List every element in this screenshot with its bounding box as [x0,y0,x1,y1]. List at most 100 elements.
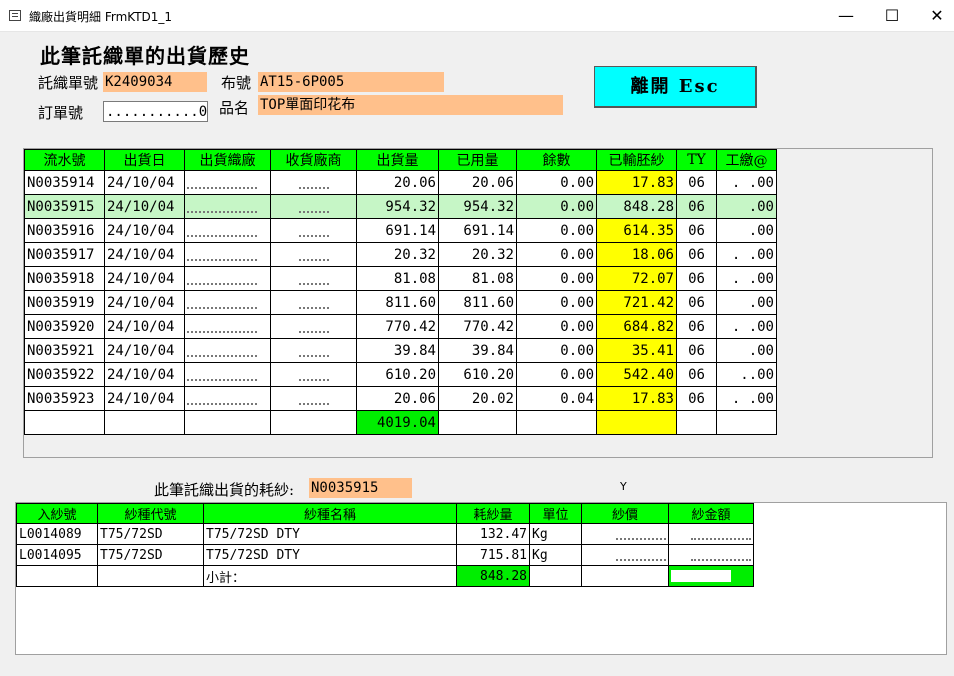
shipment-id-cell[interactable]: N0035914 [24,170,105,195]
used-qty-cell[interactable]: 20.32 [438,242,517,267]
yarn-column-header[interactable]: 入紗號 [16,503,98,524]
factory-cell[interactable] [184,194,271,219]
fee-cell[interactable]: ..00 [716,362,777,387]
remaining-cell[interactable]: 0.00 [516,242,597,267]
ty-cell[interactable]: 06 [676,362,717,387]
yarn-column-header[interactable]: 紗種名稱 [203,503,457,524]
factory-cell[interactable] [184,386,271,411]
shipment-id-cell[interactable]: N0035921 [24,338,105,363]
remaining-cell[interactable]: 0.00 [516,194,597,219]
factory-cell[interactable] [184,242,271,267]
fee-cell[interactable]: . .00 [716,386,777,411]
yarn-column-header[interactable]: 紗金額 [668,503,754,524]
shipment-grid[interactable]: 流水號 出貨日 出貨織廠 收貨廠商 出貨量 已用量 餘數 已輸胚紗 TY 工繳@ N0035914… [23,148,933,458]
remaining-cell[interactable]: 0.00 [516,266,597,291]
shipment-column-header[interactable]: 出貨日 [104,149,185,171]
shipment-row[interactable]: N0035923 24/10/04 20.06 20.02 0.04 17.83 06. .… [24,386,777,411]
yarn-code-cell[interactable]: T75/72SD [97,523,204,545]
fee-cell[interactable]: . .00 [716,170,777,195]
yarn-amount-cell[interactable] [668,544,754,566]
ty-cell[interactable]: 06 [676,314,717,339]
yarn-unit-cell[interactable]: Kg [529,523,582,545]
yarn-input-cell[interactable]: 848.28 [596,194,677,219]
shipment-column-header[interactable]: 出貨織廠 [184,149,271,171]
yarn-price-cell[interactable] [581,523,669,545]
yarn-row[interactable]: L0014095 T75/72SD T75/72SD DTY 715.81 Kg [16,544,754,566]
shipment-id-cell[interactable]: N0035918 [24,266,105,291]
yarn-row[interactable]: L0014089 T75/72SD T75/72SD DTY 132.47 Kg [16,523,754,545]
factory-cell[interactable] [184,338,271,363]
vendor-cell[interactable] [270,218,357,243]
yarn-input-cell[interactable]: 35.41 [596,338,677,363]
used-qty-cell[interactable]: 811.60 [438,290,517,315]
order-no-field[interactable]: K2409034 [103,72,207,92]
shipment-column-header[interactable]: 流水號 [24,149,105,171]
shipment-column-header[interactable]: 已輸胚紗 [596,149,677,171]
shipment-date-cell[interactable]: 24/10/04 [104,386,185,411]
fee-cell[interactable]: . .00 [716,242,777,267]
shipment-qty-cell[interactable]: 81.08 [356,266,439,291]
used-qty-cell[interactable]: 81.08 [438,266,517,291]
vendor-cell[interactable] [270,242,357,267]
shipment-date-cell[interactable]: 24/10/04 [104,314,185,339]
used-qty-cell[interactable]: 610.20 [438,362,517,387]
shipment-qty-cell[interactable]: 39.84 [356,338,439,363]
yarn-input-cell[interactable]: 18.06 [596,242,677,267]
used-qty-cell[interactable]: 20.06 [438,170,517,195]
remaining-cell[interactable]: 0.00 [516,338,597,363]
yarn-unit-cell[interactable]: Kg [529,544,582,566]
vendor-cell[interactable] [270,194,357,219]
shipment-qty-cell[interactable]: 20.06 [356,386,439,411]
remaining-cell[interactable]: 0.00 [516,314,597,339]
shipment-row[interactable]: N0035922 24/10/04 610.20 610.20 0.00 542.40 06… [24,362,777,387]
shipment-column-header[interactable]: 已用量 [438,149,517,171]
shipment-row[interactable]: N0035914 24/10/04 20.06 20.06 0.00 17.83 06. .… [24,170,777,195]
yarn-amount-cell[interactable] [668,523,754,545]
vendor-cell[interactable] [270,362,357,387]
exit-button[interactable]: 離開 Esc [594,66,757,108]
maximize-button[interactable]: ☐ [869,0,915,32]
shipment-qty-cell[interactable]: 954.32 [356,194,439,219]
shipment-column-header[interactable]: 出貨量 [356,149,439,171]
yarn-name-cell[interactable]: T75/72SD DTY [203,544,457,566]
fee-cell[interactable]: .00 [716,218,777,243]
factory-cell[interactable] [184,362,271,387]
product-field[interactable]: TOP單面印花布 [258,95,563,115]
shipment-id-cell[interactable]: N0035922 [24,362,105,387]
fee-cell[interactable]: . .00 [716,266,777,291]
factory-cell[interactable] [184,170,271,195]
shipment-row[interactable]: N0035921 24/10/04 39.84 39.84 0.00 35.41 06.00 [24,338,777,363]
yarn-name-cell[interactable]: T75/72SD DTY [203,523,457,545]
vendor-cell[interactable] [270,314,357,339]
factory-cell[interactable] [184,266,271,291]
shipment-column-header[interactable]: 餘數 [516,149,597,171]
vendor-cell[interactable] [270,170,357,195]
cloth-no-field[interactable]: AT15-6P005 [258,72,444,92]
yarn-column-header[interactable]: 紗種代號 [97,503,204,524]
shipment-column-header[interactable]: 工繳@ [716,149,777,171]
factory-cell[interactable] [184,290,271,315]
fee-cell[interactable]: .00 [716,290,777,315]
shipment-row[interactable]: N0035919 24/10/04 811.60 811.60 0.00 721.42 06… [24,290,777,315]
yarn-input-cell[interactable]: 17.83 [596,170,677,195]
yarn-input-cell[interactable]: 72.07 [596,266,677,291]
yarn-input-cell[interactable]: 542.40 [596,362,677,387]
remaining-cell[interactable]: 0.04 [516,386,597,411]
remaining-cell[interactable]: 0.00 [516,290,597,315]
ty-cell[interactable]: 06 [676,194,717,219]
ty-cell[interactable]: 06 [676,386,717,411]
remaining-cell[interactable]: 0.00 [516,170,597,195]
used-qty-cell[interactable]: 954.32 [438,194,517,219]
consumption-shipment-field[interactable]: N0035915 [309,478,412,498]
yarn-lot-cell[interactable]: L0014095 [16,544,98,566]
shipment-qty-cell[interactable]: 20.32 [356,242,439,267]
shipment-id-cell[interactable]: N0035916 [24,218,105,243]
remaining-cell[interactable]: 0.00 [516,362,597,387]
vendor-cell[interactable] [270,266,357,291]
ty-cell[interactable]: 06 [676,290,717,315]
shipment-date-cell[interactable]: 24/10/04 [104,266,185,291]
shipment-row[interactable]: N0035916 24/10/04 691.14 691.14 0.00 614.35 06… [24,218,777,243]
yarn-input-cell[interactable]: 614.35 [596,218,677,243]
shipment-qty-cell[interactable]: 770.42 [356,314,439,339]
shipment-qty-cell[interactable]: 691.14 [356,218,439,243]
